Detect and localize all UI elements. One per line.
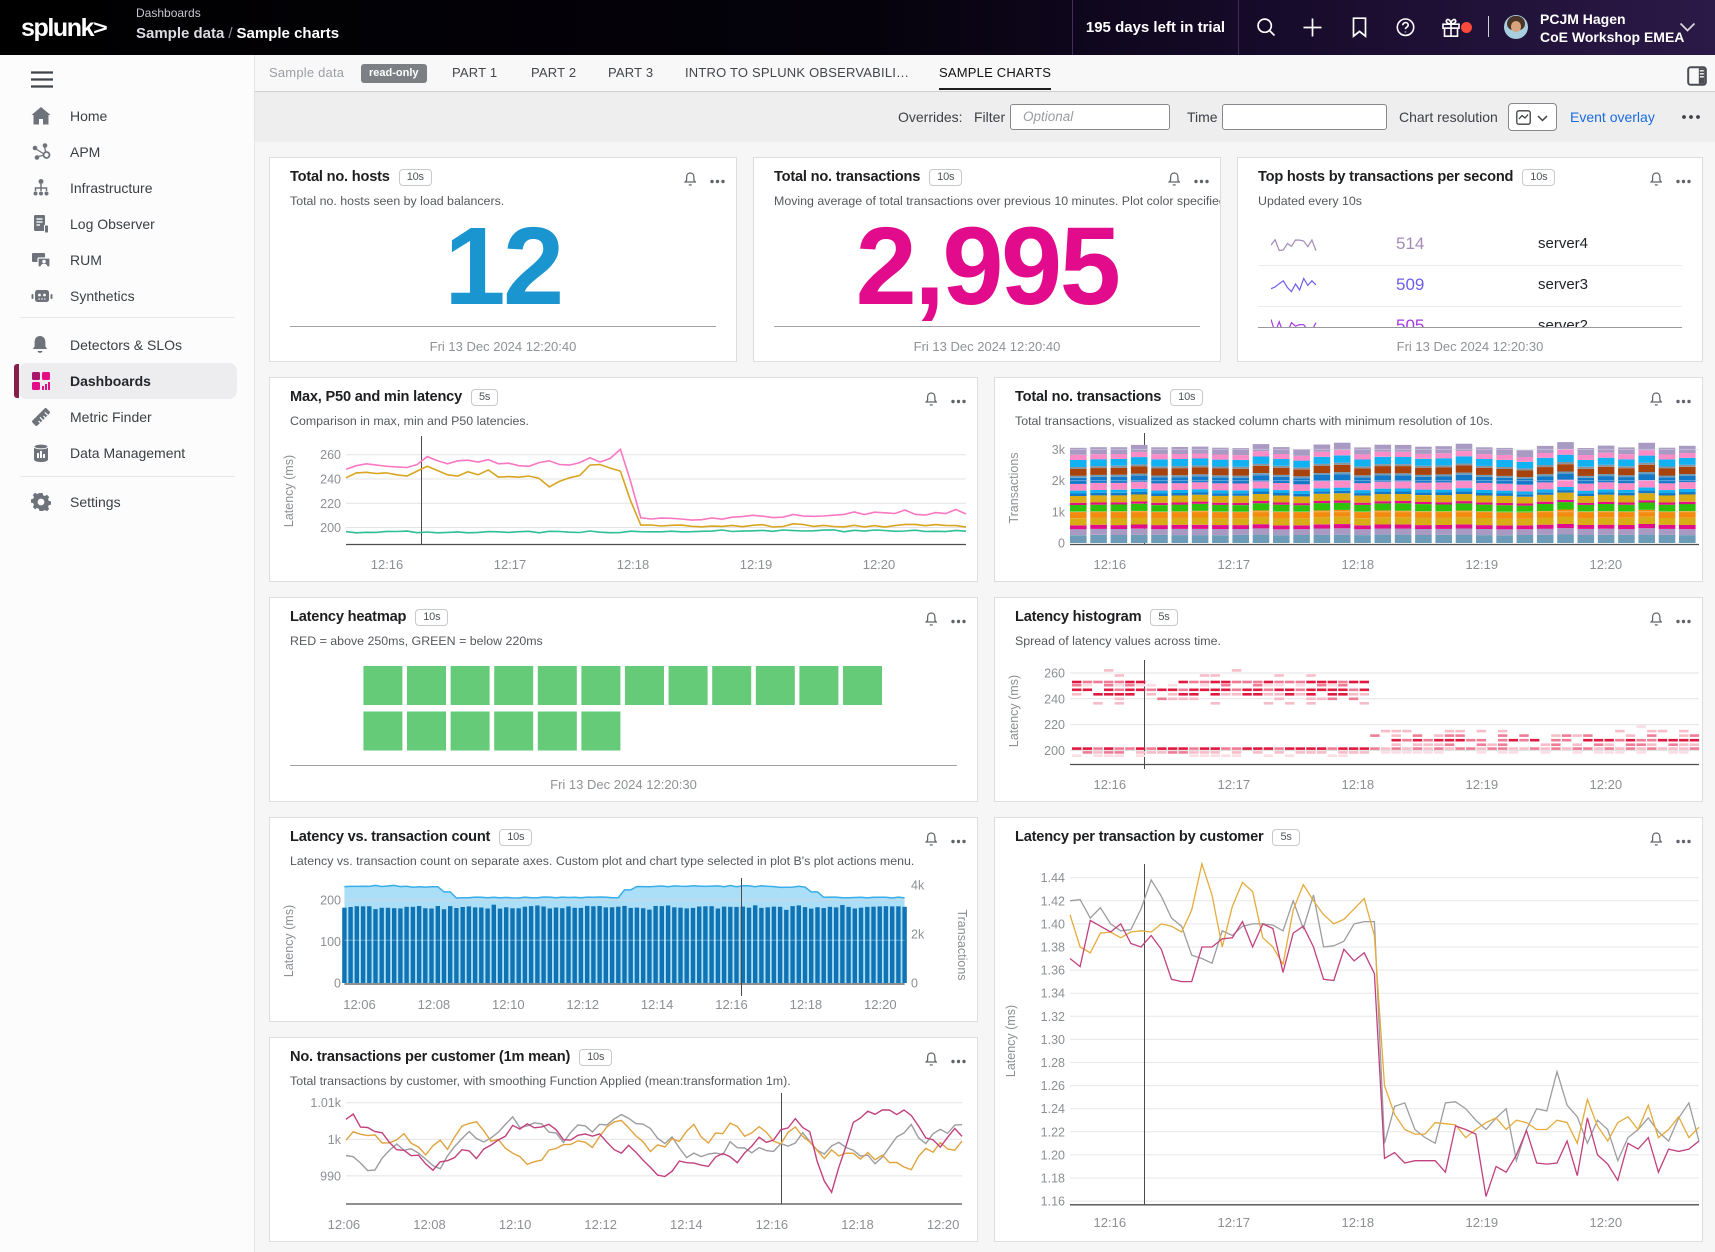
svg-text:1k: 1k [1052, 505, 1066, 519]
svg-text:240: 240 [320, 473, 341, 487]
svg-text:12:16: 12:16 [756, 1217, 789, 1232]
svg-text:12:14: 12:14 [670, 1217, 703, 1232]
svg-text:12:18: 12:18 [1342, 557, 1375, 572]
svg-text:1.16: 1.16 [1041, 1195, 1065, 1209]
svg-text:12:14: 12:14 [641, 997, 674, 1012]
svg-text:4k: 4k [911, 879, 925, 893]
svg-text:12:19: 12:19 [1466, 777, 1499, 792]
svg-text:12:17: 12:17 [1218, 777, 1251, 792]
svg-text:2k: 2k [911, 928, 925, 942]
svg-text:1.34: 1.34 [1041, 987, 1065, 1001]
svg-text:200: 200 [1044, 744, 1065, 758]
svg-text:200: 200 [320, 521, 341, 535]
svg-text:Transactions: Transactions [1007, 452, 1021, 523]
svg-text:Transactions: Transactions [955, 909, 969, 980]
svg-text:12:08: 12:08 [418, 997, 451, 1012]
svg-text:12:19: 12:19 [1466, 557, 1499, 572]
svg-text:1.38: 1.38 [1041, 941, 1065, 955]
svg-text:1.44: 1.44 [1041, 871, 1065, 885]
svg-text:0: 0 [334, 977, 341, 991]
svg-text:12:12: 12:12 [584, 1217, 617, 1232]
svg-text:12:16: 12:16 [715, 997, 748, 1012]
svg-text:1.26: 1.26 [1041, 1079, 1065, 1093]
svg-text:1.30: 1.30 [1041, 1033, 1065, 1047]
svg-text:12:17: 12:17 [1218, 1215, 1251, 1230]
svg-text:12:16: 12:16 [1094, 1215, 1127, 1230]
svg-text:12:17: 12:17 [494, 557, 527, 572]
svg-text:2k: 2k [1052, 474, 1066, 488]
svg-text:240: 240 [1044, 692, 1065, 706]
svg-text:0: 0 [911, 977, 918, 991]
svg-text:1.22: 1.22 [1041, 1125, 1065, 1139]
svg-text:1k: 1k [328, 1133, 342, 1147]
svg-text:12:20: 12:20 [863, 557, 896, 572]
svg-text:12:19: 12:19 [740, 557, 773, 572]
svg-text:12:17: 12:17 [1218, 557, 1251, 572]
svg-text:12:06: 12:06 [328, 1217, 361, 1232]
svg-text:0: 0 [1058, 537, 1065, 551]
svg-text:100: 100 [320, 935, 341, 949]
svg-text:Latency (ms): Latency (ms) [282, 455, 296, 527]
svg-text:1.18: 1.18 [1041, 1172, 1065, 1186]
svg-text:1.20: 1.20 [1041, 1148, 1065, 1162]
svg-text:12:10: 12:10 [492, 997, 525, 1012]
svg-text:12:20: 12:20 [1590, 1215, 1623, 1230]
svg-text:Latency (ms): Latency (ms) [282, 905, 296, 977]
svg-text:12:20: 12:20 [1590, 557, 1623, 572]
svg-text:12:20: 12:20 [864, 997, 897, 1012]
svg-text:12:18: 12:18 [790, 997, 823, 1012]
svg-text:1.01k: 1.01k [310, 1096, 341, 1110]
svg-text:12:18: 12:18 [1342, 1215, 1375, 1230]
svg-text:1.42: 1.42 [1041, 894, 1065, 908]
svg-text:12:20: 12:20 [927, 1217, 960, 1232]
svg-text:12:18: 12:18 [1342, 777, 1375, 792]
svg-text:Latency (ms): Latency (ms) [1007, 675, 1021, 747]
svg-text:260: 260 [320, 448, 341, 462]
svg-text:220: 220 [1044, 718, 1065, 732]
svg-text:1.40: 1.40 [1041, 917, 1065, 931]
svg-text:1.28: 1.28 [1041, 1056, 1065, 1070]
svg-text:12:08: 12:08 [413, 1217, 446, 1232]
svg-text:200: 200 [320, 894, 341, 908]
svg-text:1.24: 1.24 [1041, 1102, 1065, 1116]
svg-text:Latency (ms): Latency (ms) [1004, 1005, 1018, 1077]
svg-text:990: 990 [320, 1169, 341, 1183]
svg-text:12:12: 12:12 [566, 997, 599, 1012]
svg-text:12:16: 12:16 [1094, 777, 1127, 792]
svg-text:12:20: 12:20 [1590, 777, 1623, 792]
svg-text:12:06: 12:06 [343, 997, 376, 1012]
svg-text:12:16: 12:16 [1094, 557, 1127, 572]
svg-text:12:18: 12:18 [841, 1217, 874, 1232]
svg-text:12:19: 12:19 [1466, 1215, 1499, 1230]
svg-text:1.32: 1.32 [1041, 1010, 1065, 1024]
svg-text:260: 260 [1044, 667, 1065, 681]
svg-text:220: 220 [320, 497, 341, 511]
svg-text:12:18: 12:18 [617, 557, 650, 572]
svg-text:1.36: 1.36 [1041, 964, 1065, 978]
svg-text:3k: 3k [1052, 443, 1066, 457]
svg-text:12:16: 12:16 [371, 557, 404, 572]
svg-text:12:10: 12:10 [499, 1217, 532, 1232]
